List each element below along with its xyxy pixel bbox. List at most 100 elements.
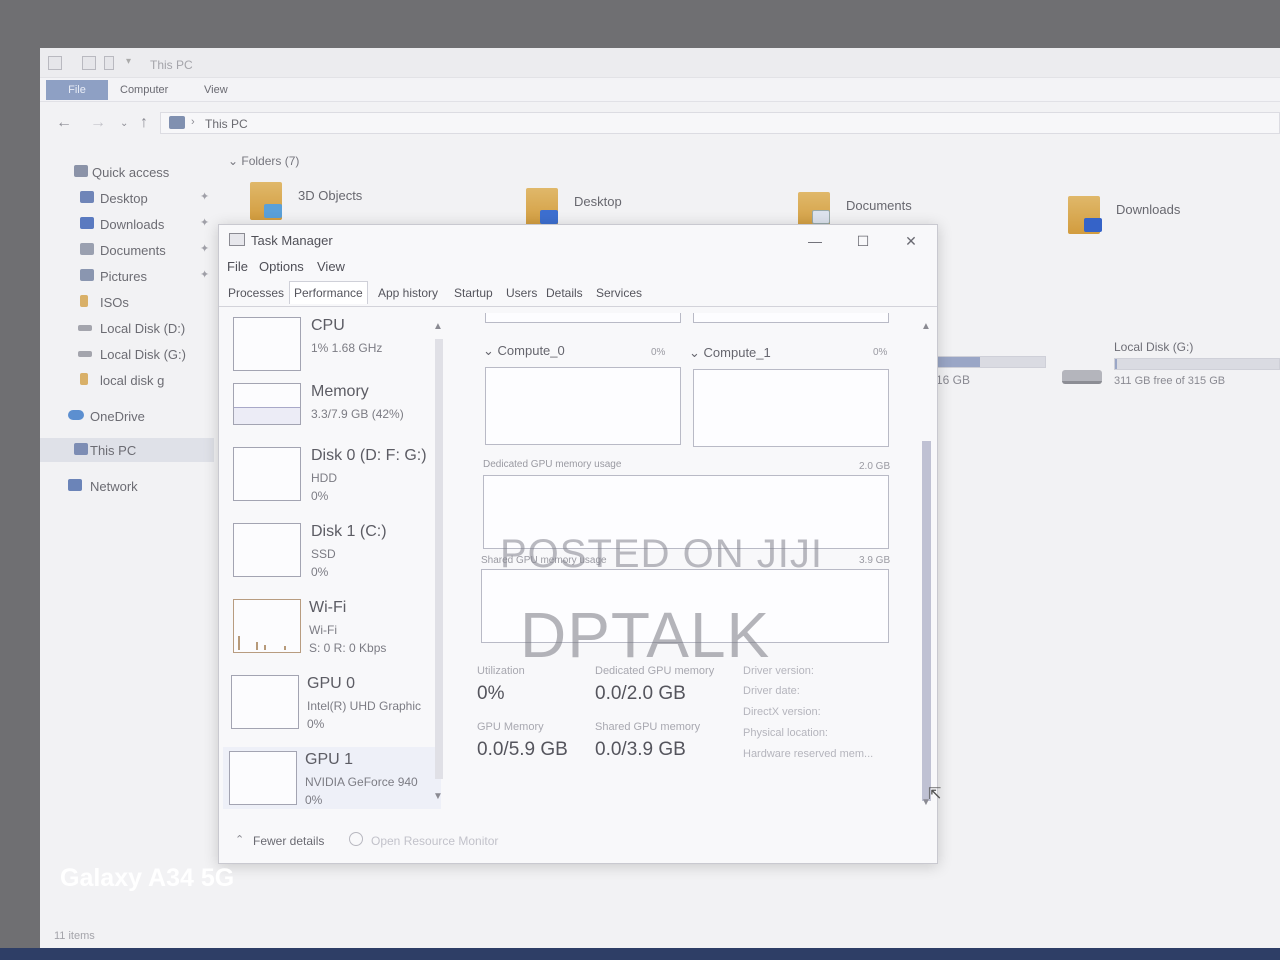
- tab-app-history[interactable]: App history: [375, 284, 441, 302]
- minimize-button[interactable]: —: [795, 229, 835, 253]
- close-button[interactable]: ✕: [891, 229, 931, 253]
- scroll-up-icon[interactable]: ▲: [921, 321, 931, 332]
- dedicated-memory-value: 0.0/2.0 GB: [595, 683, 686, 704]
- engine-graph-top-left: [485, 313, 681, 323]
- drive-icon: [78, 351, 92, 357]
- sidebar-item-documents[interactable]: Documents ✦: [40, 238, 214, 262]
- sidebar-item-label: Quick access: [92, 165, 170, 180]
- tab-strip: Processes Performance App history Startu…: [219, 281, 937, 307]
- list-scrollbar[interactable]: ▲ ▼: [431, 317, 445, 807]
- sidebar-item-local-disk-g[interactable]: Local Disk (G:): [40, 342, 214, 366]
- scrollbar-thumb[interactable]: [435, 339, 443, 779]
- star-icon: [74, 165, 88, 177]
- explorer-app-icon[interactable]: [48, 56, 62, 70]
- physical-location-label: Physical location:: [743, 727, 828, 739]
- back-arrow-icon[interactable]: ←: [56, 114, 72, 132]
- sidebar-item-pictures[interactable]: Pictures ✦: [40, 264, 214, 288]
- mouse-cursor-icon: ⇱: [928, 786, 942, 803]
- sidebar-item-this-pc[interactable]: This PC: [40, 438, 214, 462]
- ribbon-tab-view[interactable]: View: [204, 84, 228, 96]
- sidebar-item-downloads[interactable]: Downloads ✦: [40, 212, 214, 236]
- dedicated-memory-max: 2.0 GB: [859, 461, 891, 472]
- tab-performance[interactable]: Performance: [289, 281, 368, 304]
- menu-view[interactable]: View: [317, 259, 345, 274]
- recent-dropdown-icon[interactable]: ⌄: [120, 118, 128, 129]
- menu-file[interactable]: File: [227, 259, 248, 274]
- resource-name: Memory: [311, 383, 369, 400]
- pin-icon[interactable]: ✦: [200, 190, 209, 203]
- sidebar-item-isos[interactable]: ISOs: [40, 290, 214, 314]
- up-arrow-icon[interactable]: ↑: [140, 114, 148, 132]
- open-resource-monitor-link[interactable]: Open Resource Monitor: [371, 834, 498, 848]
- sidebar-item-local-disk-d[interactable]: Local Disk (D:): [40, 316, 214, 340]
- list-item-cpu[interactable]: CPU 1% 1.68 GHz: [223, 313, 441, 385]
- task-manager-footer: ⌃ Fewer details Open Resource Monitor: [219, 825, 937, 861]
- pin-icon[interactable]: ✦: [200, 216, 209, 229]
- drive-g-label[interactable]: Local Disk (G:): [1114, 340, 1193, 354]
- scrollbar-thumb[interactable]: [922, 441, 931, 801]
- chevron-down-icon: ⌄: [483, 343, 494, 358]
- tab-users[interactable]: Users: [503, 284, 540, 302]
- watermark-brand: DPTALK: [520, 599, 771, 671]
- list-item-disk-0[interactable]: Disk 0 (D: F: G:) HDD 0%: [223, 443, 441, 515]
- sidebar-item-network[interactable]: Network: [40, 474, 214, 498]
- breadcrumb-chevron-icon[interactable]: ›: [191, 116, 195, 128]
- maximize-button[interactable]: ☐: [843, 229, 883, 253]
- chevron-down-icon: ⌄: [689, 345, 700, 360]
- resource-detail: 3.3/7.9 GB (42%): [311, 407, 404, 421]
- menu-bar: File Options View: [219, 257, 937, 277]
- scroll-down-icon[interactable]: ▼: [433, 791, 443, 802]
- resource-name: GPU 1: [305, 751, 354, 768]
- gpu-memory-value: 0.0/5.9 GB: [477, 739, 568, 760]
- pin-icon[interactable]: ✦: [200, 242, 209, 255]
- sidebar-item-onedrive[interactable]: OneDrive: [40, 404, 214, 428]
- pin-icon[interactable]: ✦: [200, 268, 209, 281]
- folders-group-header[interactable]: ⌄ Folders (7): [228, 154, 299, 168]
- document-icon: [812, 210, 830, 224]
- list-item-disk-1[interactable]: Disk 1 (C:) SSD 0%: [223, 519, 441, 591]
- tab-startup[interactable]: Startup: [451, 284, 496, 302]
- address-bar[interactable]: › This PC: [160, 112, 1280, 134]
- task-manager-titlebar[interactable]: Task Manager — ☐ ✕: [219, 225, 937, 255]
- list-item-gpu-0[interactable]: GPU 0 Intel(R) UHD Graphic 0%: [223, 671, 441, 743]
- resource-name: Disk 1 (C:): [311, 523, 387, 540]
- sidebar-item-quick-access[interactable]: Quick access: [40, 160, 214, 184]
- desktop-icon: [80, 191, 94, 203]
- shared-memory-label: Shared GPU memory: [595, 721, 701, 733]
- ribbon-file-tab[interactable]: File: [46, 80, 108, 100]
- tab-processes[interactable]: Processes: [225, 284, 287, 302]
- ribbon-tab-computer[interactable]: Computer: [120, 84, 168, 96]
- tab-services[interactable]: Services: [593, 284, 645, 302]
- compute-0-label[interactable]: ⌄ Compute_0: [483, 343, 565, 359]
- computer-icon: [74, 443, 88, 455]
- memory-mini-graph: [233, 383, 301, 425]
- tab-details[interactable]: Details: [543, 284, 586, 302]
- sidebar-item-label: Network: [90, 479, 138, 494]
- list-item-wifi[interactable]: Wi-Fi Wi-Fi S: 0 R: 0 Kbps: [223, 595, 441, 667]
- folder-label: Documents: [846, 198, 912, 213]
- menu-options[interactable]: Options: [259, 259, 304, 274]
- list-item-gpu-1[interactable]: GPU 1 NVIDIA GeForce 940 0%: [223, 747, 441, 809]
- detail-scrollbar[interactable]: ▲ ▼: [919, 321, 933, 811]
- sidebar-item-label: Pictures: [100, 269, 147, 284]
- qat-dropdown-icon[interactable]: ▾: [126, 56, 131, 67]
- chevron-up-icon[interactable]: ⌃: [235, 833, 244, 846]
- hard-drive-icon[interactable]: [1062, 370, 1102, 384]
- folder-label: Downloads: [1116, 202, 1181, 217]
- network-icon: [68, 479, 82, 491]
- directx-version-label: DirectX version:: [743, 706, 821, 718]
- resource-detail: Intel(R) UHD Graphic: [307, 699, 422, 713]
- compute-1-label[interactable]: ⌄ Compute_1: [689, 345, 771, 361]
- sidebar-item-desktop[interactable]: Desktop ✦: [40, 186, 214, 210]
- new-folder-icon[interactable]: [104, 56, 114, 70]
- properties-icon[interactable]: [82, 56, 96, 70]
- sidebar-item-local-disk-g-folder[interactable]: local disk g: [40, 368, 214, 392]
- scroll-up-icon[interactable]: ▲: [433, 321, 443, 332]
- explorer-title: This PC: [150, 58, 193, 72]
- fewer-details-link[interactable]: Fewer details: [253, 834, 324, 848]
- drive-icon: [78, 325, 92, 331]
- list-item-memory[interactable]: Memory 3.3/7.9 GB (42%): [223, 379, 441, 451]
- status-item-count: 11 items: [54, 930, 95, 942]
- resource-monitor-icon[interactable]: [349, 832, 363, 846]
- forward-arrow-icon[interactable]: →: [90, 114, 106, 132]
